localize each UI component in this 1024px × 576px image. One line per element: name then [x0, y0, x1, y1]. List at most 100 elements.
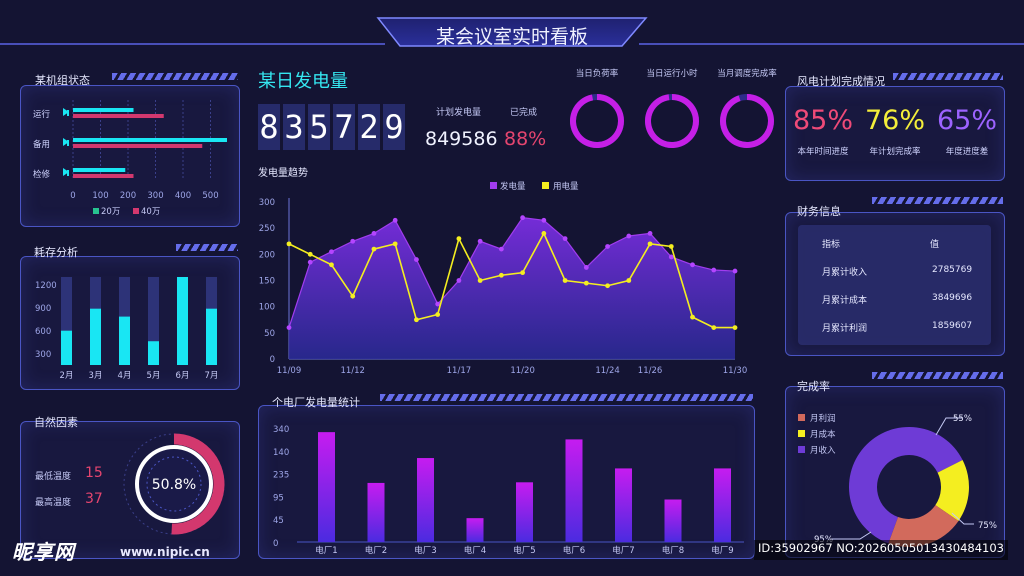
- category-label: 电厂6: [563, 545, 585, 556]
- wind-label: 本年时间进度: [797, 147, 849, 157]
- unit-status-panel: 某机组状态 0 100 200 300 400 500 运行 备用 检修 20万 40万: [20, 74, 240, 227]
- axis-tick-label: 400: [175, 191, 191, 201]
- category-label: 电厂3: [414, 545, 436, 556]
- bar: [714, 468, 731, 542]
- axis-tick-label: 200: [120, 191, 136, 201]
- y-tick-label: 0: [270, 355, 275, 365]
- y-tick-label: 235: [273, 471, 289, 481]
- wind-label: 年度进度差: [945, 147, 989, 157]
- table-cell-label: 月累计成本: [822, 296, 868, 306]
- legend-swatch: [133, 208, 139, 214]
- point-series-2: [711, 325, 717, 330]
- y-tick-label: 340: [273, 425, 289, 435]
- table-header: 值: [930, 240, 940, 250]
- month-label: 3月: [89, 371, 103, 381]
- point-series-2: [626, 278, 632, 283]
- row-label: 备用: [33, 139, 50, 150]
- axis-tick-label: 300: [35, 350, 51, 360]
- month-label: 6月: [176, 371, 190, 381]
- legend-label: 用电量: [553, 181, 579, 192]
- bar: [90, 308, 101, 365]
- bar: [516, 482, 533, 542]
- wind-items: 85% 本年时间进度 76% 年计划完成率 65% 年度进度差: [786, 101, 1004, 171]
- panel-title: 某机组状态: [35, 74, 90, 87]
- point-series-1: [350, 238, 356, 244]
- bar: [119, 316, 130, 365]
- bar: [206, 308, 217, 365]
- wind-label: 年计划完成率: [869, 147, 921, 157]
- category-label: 电厂2: [365, 545, 387, 556]
- point-series-2: [371, 246, 377, 252]
- bar: [61, 330, 72, 365]
- point-series-1: [605, 244, 610, 249]
- point-series-2: [307, 251, 313, 257]
- ring-label: 当日运行小时: [646, 68, 698, 79]
- bar-series-1: [73, 108, 134, 112]
- legend-label: 月收入: [810, 445, 836, 456]
- wind-percent: 65%: [936, 105, 997, 136]
- legend-label: 月成本: [810, 429, 836, 440]
- axis-tick-label: 900: [35, 304, 51, 314]
- x-tick-label: 11/26: [638, 366, 663, 376]
- category-label: 电厂8: [662, 545, 684, 556]
- table-cell-label: 月累计收入: [822, 268, 868, 278]
- watermark-logo: 昵享网: [12, 540, 75, 564]
- point-series-1: [286, 325, 292, 330]
- bar-tick: [67, 170, 69, 176]
- table-header: 指标: [822, 240, 841, 250]
- point-series-1: [456, 278, 462, 283]
- y-tick-label: 95: [273, 493, 284, 503]
- done-label: 已完成: [510, 108, 538, 118]
- counter-digit: 2: [358, 104, 380, 150]
- unit-status-chart: 0 100 200 300 400 500 运行备用检修 20万 40万: [33, 100, 227, 217]
- bar: [177, 277, 188, 365]
- month-label: 2月: [60, 371, 74, 381]
- header-bar: 某会议室实时看板: [0, 0, 1024, 54]
- bar: [615, 468, 632, 542]
- table-cell-value: 2785769: [932, 265, 973, 275]
- power-title: 某日发电量: [258, 71, 348, 92]
- plan-value: 849586: [425, 128, 498, 150]
- point-series-2: [435, 312, 441, 317]
- table-cell-label: 月累计利润: [822, 324, 868, 334]
- point-series-2: [583, 280, 589, 286]
- axis-tick-label: 0: [70, 191, 75, 201]
- point-series-2: [456, 236, 462, 242]
- point-series-2: [392, 241, 398, 247]
- decor-stripes: [872, 197, 1003, 204]
- counter-digit: 5: [308, 104, 330, 150]
- table-cell-value: 3849696: [932, 293, 973, 303]
- y-tick-label: 140: [273, 448, 289, 458]
- annotation-label: 75%: [978, 521, 997, 531]
- legend-label: 月利润: [810, 413, 836, 424]
- panel-title: 财务信息: [797, 205, 841, 218]
- decor-stripes: [112, 73, 238, 80]
- counter-digit: 8: [258, 104, 280, 150]
- point-series-2: [562, 278, 568, 283]
- point-series-2: [498, 272, 504, 278]
- counter-digit: 9: [383, 104, 405, 150]
- point-series-1: [626, 233, 632, 239]
- panel-title: 自然因素: [34, 416, 78, 429]
- x-tick-label: 11/24: [595, 366, 620, 376]
- page-title: 某会议室实时看板: [435, 26, 588, 48]
- point-series-2: [541, 231, 547, 236]
- watermark-site: www.nipic.cn: [120, 545, 210, 559]
- point-series-1: [477, 238, 483, 244]
- category-label: 电厂4: [464, 545, 486, 556]
- axis-tick-label: 500: [202, 191, 218, 201]
- legend-label: 发电量: [500, 181, 526, 192]
- point-series-2: [329, 262, 334, 268]
- axis-tick-label: 100: [92, 191, 108, 201]
- trend-chart: 0 50 100 150 200 250 300 11/09 11/12 11/17 11/20 11…: [259, 181, 747, 376]
- counter-digit: 7: [333, 104, 355, 150]
- ring-progress: [720, 94, 774, 148]
- y-tick-label: 300: [259, 198, 275, 208]
- point-series-2: [647, 241, 653, 247]
- point-series-1: [307, 259, 313, 265]
- bar-series-2: [73, 114, 164, 118]
- axis-tick-label: 1200: [35, 281, 57, 291]
- ring-gauges: 当日负荷率 当日运行小时 当月调度完成率: [570, 68, 777, 148]
- point-series-1: [668, 254, 674, 260]
- y-tick-label: 250: [259, 224, 275, 234]
